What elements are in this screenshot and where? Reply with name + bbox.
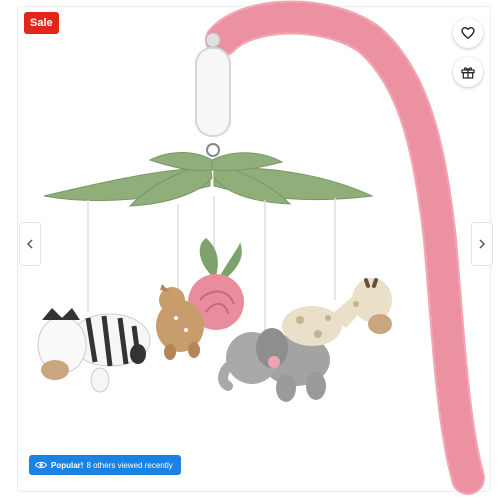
product-image-crib-mobile[interactable] xyxy=(0,0,500,500)
add-to-registry-button[interactable] xyxy=(453,57,483,87)
popular-text: 8 others viewed recently xyxy=(86,460,173,470)
next-image-button[interactable] xyxy=(471,222,493,266)
music-box-top xyxy=(205,32,221,48)
flower-leaf xyxy=(199,238,218,276)
mobile-arm-ruffles xyxy=(207,2,483,493)
music-box xyxy=(195,47,231,137)
sale-badge: Sale xyxy=(24,12,59,34)
chevron-left-icon xyxy=(26,239,33,249)
popular-badge: Popular! 8 others viewed recently xyxy=(29,455,181,475)
previous-image-button[interactable] xyxy=(19,222,41,266)
popular-label: Popular! xyxy=(51,460,84,470)
favorite-button[interactable] xyxy=(453,18,483,48)
music-box-hook xyxy=(206,143,220,157)
giraffe-plush xyxy=(282,278,392,346)
leaf-canopy xyxy=(43,152,374,207)
flower-leaf xyxy=(220,242,242,280)
heart-icon xyxy=(461,27,475,39)
gift-icon xyxy=(461,67,475,79)
zebra-plush xyxy=(37,308,151,393)
chevron-right-icon xyxy=(479,239,486,249)
eye-icon xyxy=(35,461,47,469)
